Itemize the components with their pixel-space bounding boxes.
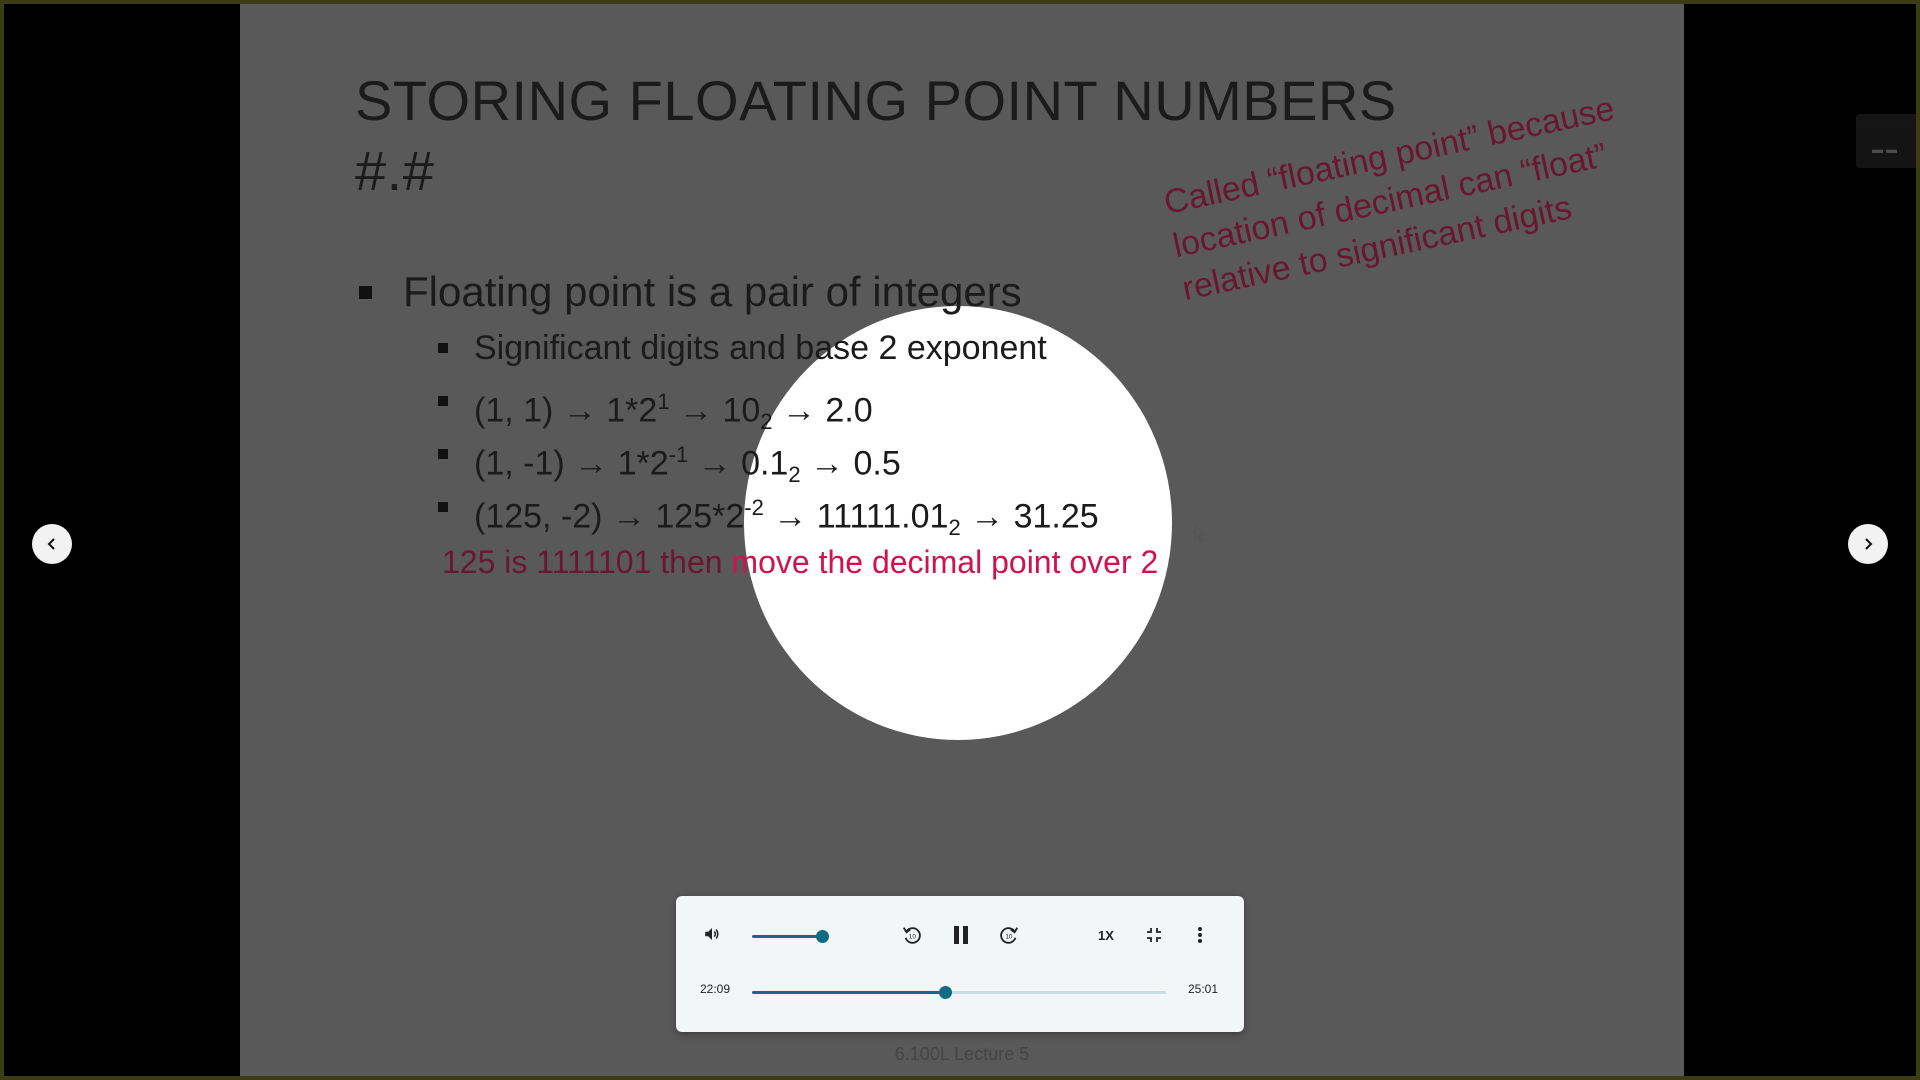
- formula-part: → 0.1: [688, 444, 789, 483]
- red-note: 125 is 1111101 then move the decimal poi…: [442, 544, 1158, 581]
- svg-text:10: 10: [1005, 934, 1013, 941]
- formula-part: → 10: [669, 391, 761, 430]
- volume-icon: [705, 928, 719, 940]
- playback-speed-button[interactable]: 1X: [1091, 924, 1121, 946]
- forward-10-icon: 10: [1000, 927, 1019, 944]
- mouse-cursor-icon: [1194, 524, 1207, 543]
- bullet-main-text: Floating point is a pair of integers: [403, 268, 1022, 315]
- formula-part: (1, -1) → 1*2: [474, 444, 669, 483]
- bullet-square-icon: [359, 286, 372, 299]
- more-options-button[interactable]: [1190, 923, 1210, 947]
- seek-bar-progress: [752, 991, 945, 994]
- more-vertical-icon: [1198, 927, 1202, 943]
- bullet-square-icon: [438, 449, 448, 459]
- red-note-part2: move the decimal point over 2: [731, 544, 1159, 580]
- rewind-10-button[interactable]: 10: [899, 922, 925, 948]
- sub-bullet-1: Significant digits and base 2 exponent: [356, 322, 1099, 375]
- bullet-main: Floating point is a pair of integers: [356, 262, 1099, 322]
- sub-bullet-2: (1, 1) → 1*21 → 102 → 2.0: [356, 375, 1099, 434]
- pause-icon: [954, 926, 968, 944]
- previous-slide-button[interactable]: [32, 524, 72, 564]
- bullet-list: Floating point is a pair of integers Sig…: [356, 262, 1099, 540]
- participant-thumbnail: ▬ ▬: [1856, 114, 1916, 168]
- sub-bullet-3: (1, -1) → 1*2-1 → 0.12 → 0.5: [356, 428, 1099, 487]
- exponent: -2: [744, 495, 764, 520]
- base-subscript: 2: [948, 515, 961, 541]
- exponent: 1: [657, 389, 670, 414]
- thumbnail-label-icon: ▬ ▬: [1872, 144, 1898, 156]
- slide-title-line2: #.#: [355, 139, 435, 202]
- volume-slider-thumb[interactable]: [816, 930, 829, 943]
- bullet-square-icon: [438, 396, 448, 406]
- chevron-right-icon: [1865, 538, 1873, 550]
- exit-fullscreen-button[interactable]: [1142, 923, 1166, 947]
- formula-part: → 2.0: [772, 391, 873, 430]
- seek-bar-thumb[interactable]: [938, 986, 952, 999]
- sub-bullet-4: (125, -2) → 125*2-2 → 11111.012 → 31.25: [356, 481, 1099, 540]
- current-time: 22:09: [700, 982, 731, 996]
- chevron-left-icon: [47, 538, 55, 550]
- slide-footer: 6.100L Lecture 5: [894, 1044, 1030, 1064]
- formula-part: (125, -2) → 125*2: [474, 497, 745, 536]
- mute-button[interactable]: [700, 922, 724, 946]
- exit-fullscreen-icon: [1147, 928, 1161, 942]
- volume-slider-track[interactable]: [752, 935, 822, 938]
- formula-part: → 0.5: [800, 444, 901, 483]
- media-player-controls: 10 10 1X 22:09 25:01: [676, 896, 1244, 1032]
- svg-text:10: 10: [909, 934, 917, 941]
- bullet-square-icon: [438, 343, 448, 353]
- total-duration: 25:01: [1188, 982, 1219, 996]
- forward-10-button[interactable]: 10: [996, 922, 1022, 948]
- rewind-10-icon: 10: [902, 927, 921, 944]
- exponent: -1: [668, 442, 689, 467]
- formula-part: → 11111.01: [763, 497, 949, 536]
- sub-bullet-1-text: Significant digits and base 2 exponent: [474, 329, 1047, 367]
- next-slide-button[interactable]: [1848, 524, 1888, 564]
- formula-part: (1, 1) → 1*2: [474, 391, 658, 430]
- seek-bar[interactable]: [752, 986, 1166, 999]
- bullet-square-icon: [438, 502, 448, 512]
- pause-button[interactable]: [947, 921, 975, 949]
- red-note-part1: 125 is 1111101 then: [442, 544, 732, 580]
- formula-part: → 31.25: [960, 497, 1099, 536]
- slide-title-line1: STORING FLOATING POINT NUMBERS: [355, 69, 1397, 132]
